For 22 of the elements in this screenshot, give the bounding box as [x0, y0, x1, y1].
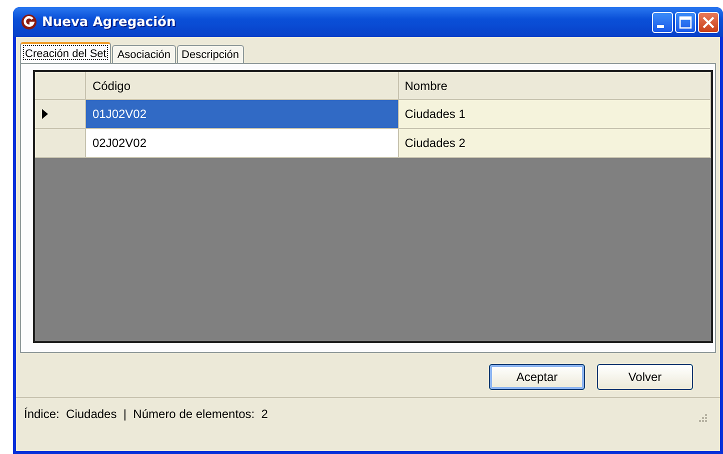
current-row-icon	[42, 109, 48, 119]
accept-button[interactable]: Aceptar	[489, 364, 585, 390]
tab[interactable]: Creación del Set	[20, 42, 112, 63]
status-text: Índice: Ciudades | Número de elementos: 2	[24, 406, 268, 420]
resize-grip-icon	[696, 413, 708, 425]
row-header[interactable]	[35, 100, 86, 129]
row-header	[35, 72, 86, 100]
table-cell: Ciudades 2	[398, 129, 711, 158]
app-logo-icon	[21, 14, 37, 30]
maximize-button[interactable]	[675, 12, 696, 32]
column-header[interactable]: Nombre	[398, 72, 711, 100]
table-cell: 01J02V02	[86, 100, 399, 129]
minimize-button[interactable]	[652, 12, 673, 32]
close-button[interactable]	[698, 12, 719, 32]
window-title: Nueva Agregación	[42, 14, 176, 30]
tab[interactable]: Descripción	[176, 45, 244, 63]
minimize-icon	[657, 24, 664, 28]
table-cell: 02J02V02	[86, 129, 399, 158]
table-cell: Ciudades 1	[398, 100, 711, 129]
tab[interactable]: Asociación	[112, 45, 176, 63]
column-header[interactable]: Código	[86, 72, 399, 100]
back-button[interactable]: Volver	[597, 364, 693, 390]
